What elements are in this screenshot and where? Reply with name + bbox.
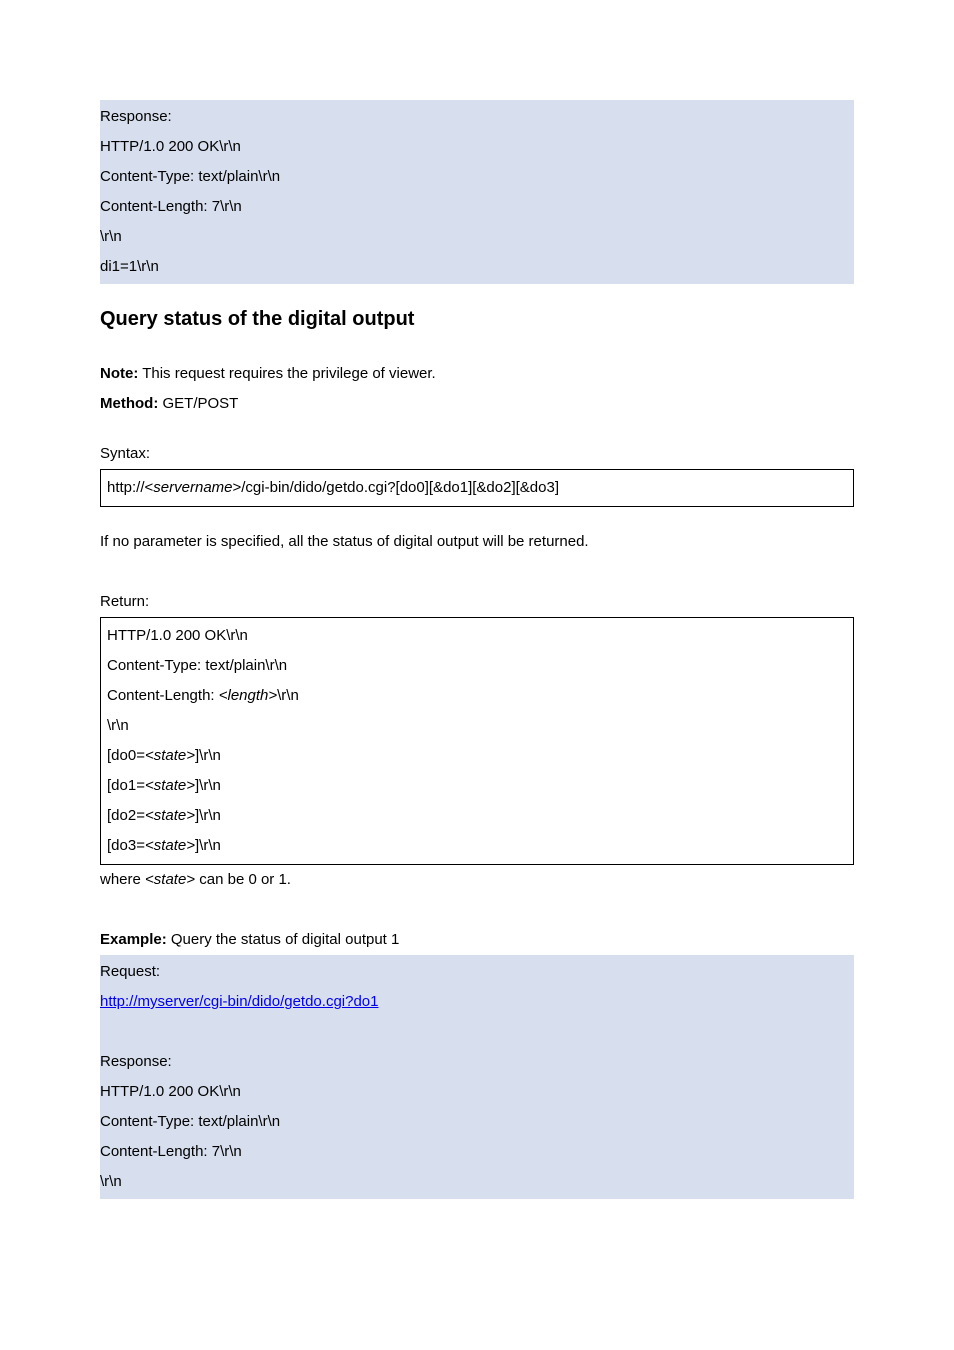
do0-pre: [do0= [107,747,145,764]
return-label: Return: [100,587,854,617]
return-do2: [do2=<state>]\r\n [107,801,847,831]
top-response-block: Response: HTTP/1.0 200 OK\r\n Content-Ty… [100,100,854,284]
method-label: Method: [100,395,158,412]
content-length-line: Content-Length: 7\r\n [100,192,854,222]
return-do3: [do3=<state>]\r\n [107,831,847,861]
where-post: can be 0 or 1. [195,871,291,888]
syntax-pre: http://< [107,479,153,496]
do3-pre: [do3= [107,837,145,854]
do1-pre: [do1= [107,777,145,794]
where-state: <state> [145,871,195,888]
do2-state: <state> [145,807,195,824]
do2-pre: [do2= [107,807,145,824]
note-text: This request requires the privilege of v… [138,365,435,382]
blank-line [100,1017,854,1047]
resp-content-length: Content-Length: 7\r\n [100,1137,854,1167]
return-do1: [do1=<state>]\r\n [107,771,847,801]
return-cl-post: \r\n [277,687,299,704]
where-text: where <state> can be 0 or 1. [100,865,854,895]
response-label-2: Response: [100,1047,854,1077]
return-box: HTTP/1.0 200 OK\r\n Content-Type: text/p… [100,617,854,865]
do1-post: ]\r\n [195,777,221,794]
syntax-post: >/cgi-bin/dido/getdo.cgi?[do0][&do1][&do… [233,479,560,496]
do0-post: ]\r\n [195,747,221,764]
no-param-text: If no parameter is specified, all the st… [100,527,854,557]
resp-status: HTTP/1.0 200 OK\r\n [100,1077,854,1107]
return-do0: [do0=<state>]\r\n [107,741,847,771]
example-line: Example: Query the status of digital out… [100,925,854,955]
request-label: Request: [100,957,854,987]
syntax-box: http://<servername>/cgi-bin/dido/getdo.c… [100,469,854,507]
syntax-label: Syntax: [100,439,854,469]
example-label: Example: [100,931,167,948]
request-link-line: http://myserver/cgi-bin/dido/getdo.cgi?d… [100,987,854,1017]
note-label: Note: [100,365,138,382]
return-content-type: Content-Type: text/plain\r\n [107,651,847,681]
return-status: HTTP/1.0 200 OK\r\n [107,621,847,651]
return-cl-pre: Content-Length: [107,687,219,704]
note-line: Note: This request requires the privileg… [100,359,854,389]
example-text: Query the status of digital output 1 [167,931,400,948]
resp-crlf: \r\n [100,1167,854,1197]
crlf-line: \r\n [100,222,854,252]
resp-content-type: Content-Type: text/plain\r\n [100,1107,854,1137]
do3-post: ]\r\n [195,837,221,854]
request-url-link[interactable]: http://myserver/cgi-bin/dido/getdo.cgi?d… [100,993,379,1010]
http-status-line: HTTP/1.0 200 OK\r\n [100,132,854,162]
content-type-line: Content-Type: text/plain\r\n [100,162,854,192]
do3-state: <state> [145,837,195,854]
section-heading: Query status of the digital output [100,308,854,331]
syntax-servername: servername [153,479,232,496]
bottom-shaded-block: Request: http://myserver/cgi-bin/dido/ge… [100,955,854,1199]
body-line: di1=1\r\n [100,252,854,282]
return-crlf: \r\n [107,711,847,741]
do2-post: ]\r\n [195,807,221,824]
method-line: Method: GET/POST [100,389,854,419]
syntax-url: http://<servername>/cgi-bin/dido/getdo.c… [107,479,559,496]
do0-state: <state> [145,747,195,764]
return-content-length: Content-Length: <length>\r\n [107,681,847,711]
response-label: Response: [100,102,854,132]
do1-state: <state> [145,777,195,794]
method-text: GET/POST [158,395,238,412]
where-pre: where [100,871,145,888]
return-cl-length: <length> [219,687,277,704]
